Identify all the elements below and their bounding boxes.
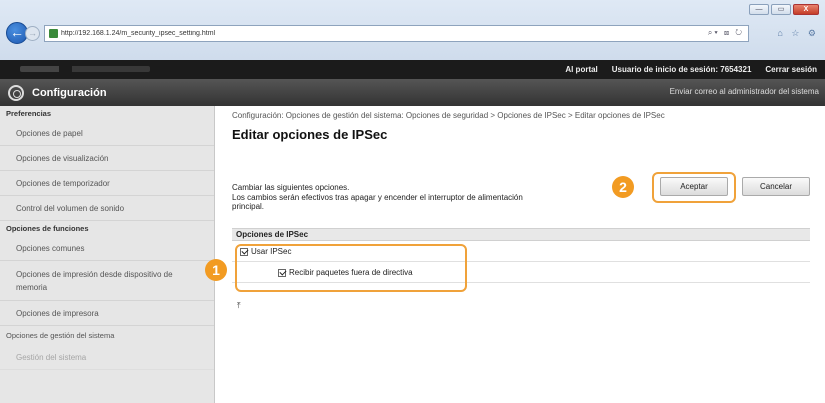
- sidebar-item-memory-print[interactable]: Opciones de impresión desde dispositivo …: [0, 261, 214, 301]
- portal-link[interactable]: Al portal: [565, 65, 597, 74]
- sidebar-item-paper[interactable]: Opciones de papel: [0, 121, 214, 146]
- favorites-icon[interactable]: ⌂ ☆ ⚙: [749, 28, 819, 39]
- callout-frame-options: [235, 244, 467, 292]
- to-top-icon[interactable]: ⤒: [237, 301, 241, 311]
- page-icon: [49, 28, 58, 38]
- browser-chrome: — ▭ X ← → http://192.168.1.24/m_security…: [0, 0, 825, 60]
- close-window-button[interactable]: X: [793, 4, 819, 15]
- window-controls: — ▭ X: [749, 4, 819, 15]
- breadcrumb: Configuración: Opciones de gestión del s…: [232, 111, 665, 120]
- address-tools-icon[interactable]: ⌕▾ ⊠ ↻: [708, 28, 744, 38]
- sidebar-item-system-mgmt[interactable]: Gestión del sistema: [0, 345, 214, 370]
- url-text[interactable]: http://192.168.1.24/m_security_ipsec_set…: [61, 30, 708, 37]
- app-title: Configuración: [32, 86, 107, 99]
- logout-link[interactable]: Cerrar sesión: [765, 65, 817, 74]
- description-line-2: Los cambios serán efectivos tras apagar …: [232, 192, 523, 202]
- sidebar-section-functions: Opciones de funciones: [6, 224, 89, 233]
- settings-gear-icon: [8, 84, 24, 101]
- sidebar-item-volume[interactable]: Control del volumen de sonido: [0, 196, 214, 221]
- description: Cambiar las siguientes opciones. Los cam…: [232, 183, 642, 212]
- top-user-bar: Al portal Usuario de inicio de sesión: 7…: [0, 60, 825, 79]
- maximize-button[interactable]: ▭: [771, 4, 791, 15]
- callout-badge-2: 2: [612, 176, 634, 198]
- address-bar[interactable]: http://192.168.1.24/m_security_ipsec_set…: [44, 24, 749, 42]
- login-user-text: Usuario de inicio de sesión: 7654321: [611, 65, 752, 74]
- sidebar-item-timer[interactable]: Opciones de temporizador: [0, 171, 214, 196]
- sidebar-section-system: Opciones de gestión del sistema: [6, 331, 115, 340]
- sidebar-item-common[interactable]: Opciones comunes: [0, 236, 214, 261]
- sidebar: Preferencias Opciones de papel Opciones …: [0, 106, 215, 403]
- mail-admin-link[interactable]: Enviar correo al administrador del siste…: [670, 87, 819, 96]
- description-line-3: principal.: [232, 202, 265, 211]
- device-name-blurred: [20, 66, 150, 72]
- callout-frame-ok: [652, 172, 736, 203]
- sidebar-item-printer[interactable]: Opciones de impresora: [0, 301, 214, 326]
- main-content: Configuración: Opciones de gestión del s…: [232, 111, 817, 310]
- sidebar-item-display[interactable]: Opciones de visualización: [0, 146, 214, 171]
- sidebar-section-preferences: Preferencias: [6, 109, 52, 118]
- forward-arrow-icon[interactable]: →: [25, 25, 40, 41]
- description-line-1: Cambiar las siguientes opciones.: [232, 183, 350, 192]
- navigation-bar: ← → http://192.168.1.24/m_security_ipsec…: [6, 22, 819, 44]
- minimize-button[interactable]: —: [749, 4, 769, 15]
- cancel-button[interactable]: Cancelar: [742, 177, 810, 196]
- page-title: Editar opciones de IPSec: [232, 127, 388, 142]
- section-header-ipsec: Opciones de IPSec: [232, 228, 810, 241]
- app-header: Configuración Enviar correo al administr…: [0, 79, 825, 106]
- callout-badge-1: 1: [205, 259, 227, 281]
